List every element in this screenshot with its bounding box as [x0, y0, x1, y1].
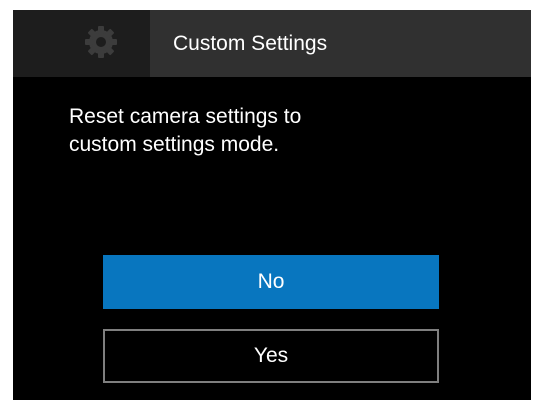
message-line-2: custom settings mode.	[69, 133, 280, 156]
menu-header: Custom Settings	[13, 10, 531, 77]
yes-button[interactable]: Yes	[103, 329, 439, 383]
no-button[interactable]: No	[103, 255, 439, 309]
confirmation-message: Reset camera settings to custom settings…	[69, 103, 469, 159]
gear-icon	[85, 26, 117, 58]
menu-title: Custom Settings	[173, 32, 328, 55]
settings-tab[interactable]	[13, 10, 150, 77]
camera-screen: Custom Settings Reset camera settings to…	[13, 10, 531, 400]
message-line-1: Reset camera settings to	[69, 105, 302, 128]
